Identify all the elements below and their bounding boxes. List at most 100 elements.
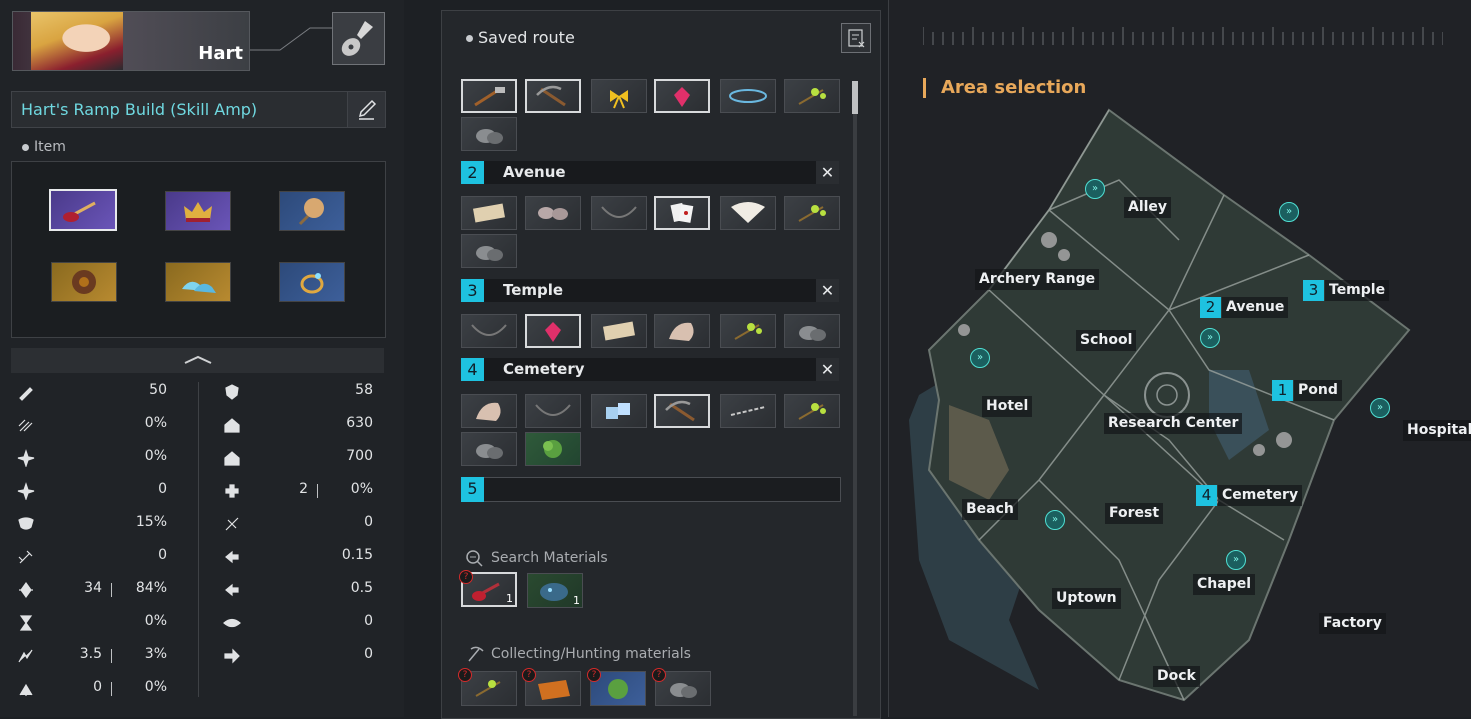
equipped-chest-item[interactable] — [279, 191, 345, 231]
hyperloop-arrow-icon[interactable]: » — [1370, 398, 1390, 418]
route4-item-chain[interactable] — [720, 394, 776, 428]
map-area-archery-range[interactable]: Archery Range — [975, 269, 1100, 290]
hyperloop-arrow-icon[interactable]: » — [1045, 510, 1065, 530]
route3-item-scroll[interactable] — [591, 314, 647, 348]
map-area-forest[interactable]: Forest — [1105, 503, 1164, 524]
route-stop-3[interactable]: 3 Temple ✕ — [461, 279, 839, 302]
route2-item-cards[interactable] — [654, 196, 710, 230]
clear-route-button[interactable] — [841, 23, 871, 53]
equipped-accessory-item[interactable] — [279, 262, 345, 302]
hyperloop-arrow-icon[interactable]: » — [1085, 179, 1105, 199]
collect-material-leather[interactable]: ? — [522, 668, 581, 706]
map-area-pond[interactable]: Pond — [1294, 380, 1342, 401]
fan-icon — [731, 202, 765, 223]
equipped-items-box — [11, 161, 386, 338]
collecting-materials-label: Collecting/Hunting materials — [491, 646, 691, 662]
unknown-badge: ? — [587, 668, 601, 682]
route2-item-necklace[interactable] — [591, 196, 647, 230]
route1-item-ruby[interactable] — [654, 79, 710, 113]
map-area-factory[interactable]: Factory — [1319, 613, 1386, 634]
map-area-research-center[interactable]: Research Center — [1104, 413, 1243, 434]
right-stat-value: 700 — [346, 448, 373, 464]
route2-item-branch[interactable] — [784, 196, 840, 230]
equipped-leg-item[interactable] — [165, 262, 231, 302]
stat-separator — [111, 649, 112, 663]
map-area-avenue[interactable]: Avenue — [1222, 297, 1289, 318]
map-area-alley[interactable]: Alley — [1124, 197, 1172, 218]
map-area-chapel[interactable]: Chapel — [1193, 574, 1256, 595]
collect-material-stone[interactable]: ? — [652, 668, 711, 706]
ring-icon — [300, 273, 324, 294]
route-stop-name: Avenue — [503, 163, 566, 181]
route2-item-stones[interactable] — [525, 196, 581, 230]
hyperloop-arrow-icon[interactable]: » — [1226, 550, 1246, 570]
route-stop-5-empty[interactable]: 5 — [461, 477, 841, 502]
collapse-stats-button[interactable] — [11, 348, 384, 373]
character-portrait[interactable]: Hart — [12, 11, 250, 71]
remove-stop-button[interactable]: ✕ — [816, 161, 839, 184]
guitar-icon — [341, 21, 373, 56]
collect-material-herb[interactable]: ? — [587, 668, 646, 706]
route4-item-cloth[interactable] — [461, 394, 517, 428]
route2-item-scroll[interactable] — [461, 196, 517, 230]
playing-cards-icon — [670, 202, 694, 223]
route1-item-pickaxe[interactable] — [525, 79, 581, 113]
route3-item-stone[interactable] — [784, 314, 840, 348]
left-stat-base-value: 0 — [93, 679, 102, 695]
stat-separator — [111, 682, 112, 696]
route1-item-ribbon[interactable] — [591, 79, 647, 113]
hyperloop-arrow-icon[interactable]: » — [970, 348, 990, 368]
hyperloop-arrow-icon[interactable]: » — [1200, 328, 1220, 348]
map-area-school[interactable]: School — [1076, 330, 1137, 351]
weapon-type-button[interactable] — [332, 12, 385, 65]
route3-item-branch[interactable] — [720, 314, 776, 348]
map-area-hospital[interactable]: Hospital — [1403, 420, 1471, 441]
character-name: Hart — [198, 43, 243, 64]
route-scrollbar[interactable] — [853, 81, 857, 716]
route3-item-cloth[interactable] — [654, 314, 710, 348]
remove-stop-button[interactable]: ✕ — [816, 279, 839, 302]
equipped-arm-item[interactable] — [51, 262, 117, 302]
route-stop-2[interactable]: 2 Avenue ✕ — [461, 161, 839, 184]
map-area-cemetery[interactable]: Cemetery — [1218, 485, 1303, 506]
search-material-guitar[interactable]: ? 1 — [459, 570, 517, 607]
hp-regen-icon — [225, 484, 239, 498]
route1-item-hammer[interactable] — [461, 79, 517, 113]
route4-item-pickaxe[interactable] — [654, 394, 710, 428]
left-stat-base-value: 3.5 — [79, 646, 102, 662]
route2-item-stone[interactable] — [461, 234, 517, 268]
route4-item-necklace[interactable] — [525, 394, 581, 428]
search-material-ore[interactable]: 1 — [527, 573, 583, 608]
equipped-head-crown[interactable] — [165, 191, 231, 231]
pebbles-icon — [538, 207, 568, 220]
collect-material-branch[interactable]: ? — [458, 668, 517, 706]
route2-item-fan[interactable] — [720, 196, 776, 230]
guitar-item-icon — [63, 201, 96, 222]
route3-item-necklace[interactable] — [461, 314, 517, 348]
equipped-weapon-guitar[interactable] — [49, 189, 117, 231]
route1-item-stone[interactable] — [461, 117, 517, 151]
route4-item-ice[interactable] — [591, 394, 647, 428]
map-area-temple[interactable]: Temple — [1325, 280, 1390, 301]
route1-item-bracelet[interactable] — [720, 79, 776, 113]
route4-item-branch[interactable] — [784, 394, 840, 428]
right-stat-base-value: 2 — [299, 481, 308, 497]
edit-build-button[interactable] — [347, 92, 385, 127]
item-label: Item — [34, 139, 66, 155]
route4-item-herb[interactable] — [525, 432, 581, 466]
route4-item-stone[interactable] — [461, 432, 517, 466]
hyperloop-arrow-icon[interactable]: » — [1279, 202, 1299, 222]
left-stat-value: 0% — [144, 415, 167, 431]
map-route-number: 4 — [1196, 485, 1217, 506]
map-area-beach[interactable]: Beach — [962, 499, 1018, 520]
route1-item-branch[interactable] — [784, 79, 840, 113]
route3-item-ruby[interactable] — [525, 314, 581, 348]
route-stop-4[interactable]: 4 Cemetery ✕ — [461, 358, 839, 381]
map-area-dock[interactable]: Dock — [1153, 666, 1200, 687]
route-stop-number: 4 — [461, 358, 484, 381]
route-scrollbar-thumb[interactable] — [852, 81, 858, 114]
saved-route-label: Saved route — [478, 28, 575, 47]
map-area-uptown[interactable]: Uptown — [1052, 588, 1121, 609]
remove-stop-button[interactable]: ✕ — [816, 358, 839, 381]
map-area-hotel[interactable]: Hotel — [982, 396, 1033, 417]
